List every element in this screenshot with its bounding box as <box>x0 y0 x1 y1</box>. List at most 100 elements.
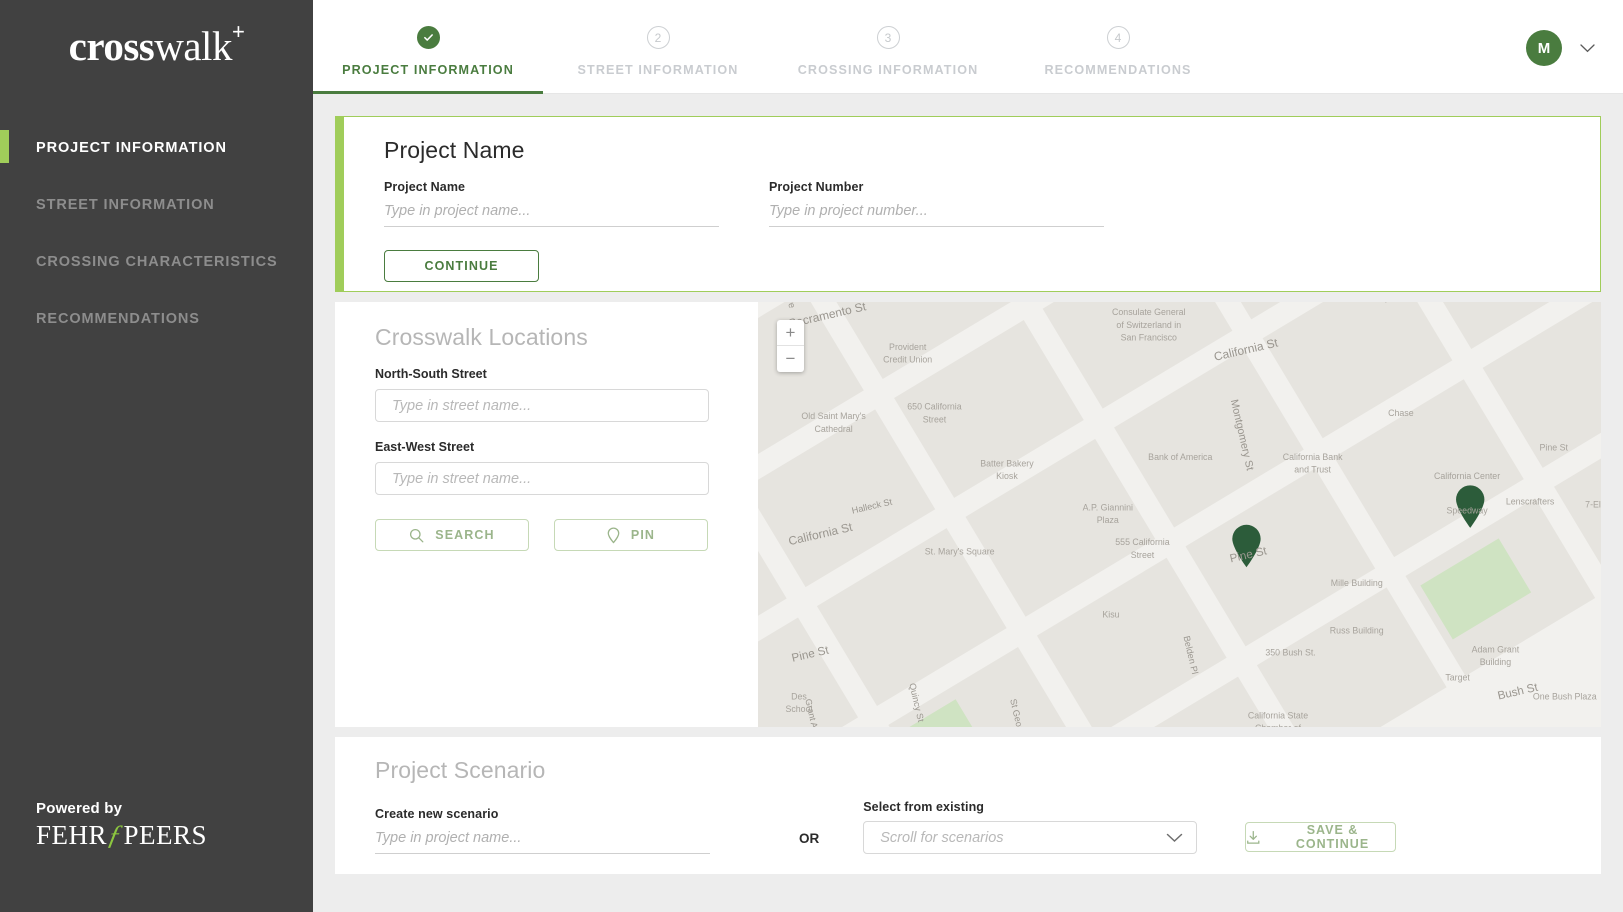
save-download-icon <box>1247 830 1260 844</box>
svg-text:225 Bush Street: 225 Bush Street <box>1313 726 1377 727</box>
step-number-badge: 3 <box>876 26 900 49</box>
svg-text:of Switzerland in: of Switzerland in <box>1116 320 1181 330</box>
logo-plus-icon: + <box>231 19 245 45</box>
sidebar-nav: PROJECT INFORMATION STREET INFORMATION C… <box>0 119 313 347</box>
project-name-card-title: Project Name <box>384 137 525 163</box>
svg-text:Cathedral: Cathedral <box>815 424 853 434</box>
tab-label: STREET INFORMATION <box>577 63 739 77</box>
east-west-street-label: East-West Street <box>375 440 475 454</box>
sidebar-item-project-information[interactable]: PROJECT INFORMATION <box>0 119 313 176</box>
project-scenario-card-title: Project Scenario <box>375 757 546 783</box>
svg-text:California Bank: California Bank <box>1283 452 1343 462</box>
svg-text:St. Mary's Square: St. Mary's Square <box>925 547 995 557</box>
svg-text:Russ Building: Russ Building <box>1330 625 1384 635</box>
svg-text:555 California: 555 California <box>1115 537 1169 547</box>
project-number-field-group: Project Number <box>769 180 1104 227</box>
svg-text:School: School <box>785 704 812 714</box>
project-name-fields: Project Name Project Number <box>384 180 1600 227</box>
step-list: PROJECT INFORMATION 2 STREET INFORMATION… <box>313 0 1233 94</box>
continue-button[interactable]: CONTINUE <box>384 250 539 282</box>
save-and-continue-label: SAVE & CONTINUE <box>1295 823 1370 851</box>
fehr-peers-logo: FEHRƒPEERS <box>36 820 207 852</box>
map-canvas[interactable]: Commercial St Sacramento St Sacramento S… <box>758 302 1601 727</box>
or-separator-label: OR <box>799 831 820 846</box>
main-area: PROJECT INFORMATION 2 STREET INFORMATION… <box>313 0 1623 912</box>
svg-text:Kisu: Kisu <box>1102 610 1119 620</box>
tab-label: RECOMMENDATIONS <box>1044 63 1192 77</box>
location-map[interactable]: Commercial St Sacramento St Sacramento S… <box>758 302 1601 727</box>
svg-text:350 Bush St.: 350 Bush St. <box>1265 648 1315 658</box>
avatar[interactable]: M <box>1526 30 1562 66</box>
step-status-check-icon <box>416 26 440 49</box>
zoom-in-button[interactable]: + <box>777 320 804 346</box>
svg-text:One Bush Plaza: One Bush Plaza <box>1533 692 1597 702</box>
logo-text-light: walk <box>154 23 232 69</box>
project-name-label: Project Name <box>384 180 466 194</box>
chevron-down-icon[interactable] <box>1580 43 1595 53</box>
crosswalk-locations-row: Crosswalk Locations North-South Street E… <box>335 302 1601 727</box>
project-name-card: Project Name Project Name Project Number… <box>335 116 1601 292</box>
svg-text:Building: Building <box>1480 657 1511 667</box>
svg-text:Credit Union: Credit Union <box>883 354 932 364</box>
sidebar-item-recommendations[interactable]: RECOMMENDATIONS <box>0 290 313 347</box>
sidebar-item-label: STREET INFORMATION <box>36 196 215 213</box>
sidebar: crosswalk+ PROJECT INFORMATION STREET IN… <box>0 0 313 912</box>
svg-text:Consulate General: Consulate General <box>1112 307 1186 317</box>
tab-crossing-information[interactable]: 3 CROSSING INFORMATION <box>773 0 1003 94</box>
svg-text:and Trust: and Trust <box>1294 465 1331 475</box>
app-root: crosswalk+ PROJECT INFORMATION STREET IN… <box>0 0 1623 912</box>
scenario-select-wrap: Scroll for scenarios <box>863 821 1198 854</box>
sidebar-item-street-information[interactable]: STREET INFORMATION <box>0 176 313 233</box>
app-logo: crosswalk+ <box>0 0 313 67</box>
search-button-label: SEARCH <box>435 528 495 542</box>
pin-button[interactable]: PIN <box>554 519 708 551</box>
north-south-street-input[interactable] <box>375 389 709 422</box>
svg-text:Provident: Provident <box>889 342 927 352</box>
svg-text:Target: Target <box>1445 673 1470 683</box>
top-stepper-bar: PROJECT INFORMATION 2 STREET INFORMATION… <box>313 0 1623 94</box>
create-scenario-group: Create new scenario <box>375 807 755 854</box>
east-west-street-input[interactable] <box>375 462 709 495</box>
select-from-existing-label: Select from existing <box>863 800 985 814</box>
svg-text:Chase: Chase <box>1388 408 1414 418</box>
search-button[interactable]: SEARCH <box>375 519 529 551</box>
search-icon <box>410 528 424 542</box>
project-name-field-group: Project Name <box>384 180 719 227</box>
account-menu[interactable]: M <box>1526 30 1595 66</box>
map-zoom-controls[interactable]: + − <box>777 320 804 372</box>
crosswalk-locations-panel: Crosswalk Locations North-South Street E… <box>335 302 758 727</box>
project-name-input[interactable] <box>384 201 719 227</box>
tab-project-information[interactable]: PROJECT INFORMATION <box>313 0 543 94</box>
project-scenario-card: Project Scenario Create new scenario OR … <box>335 737 1601 874</box>
north-south-street-label: North-South Street <box>375 367 487 381</box>
create-new-scenario-input[interactable] <box>375 828 710 854</box>
svg-text:Kiosk: Kiosk <box>996 471 1018 481</box>
tab-recommendations[interactable]: 4 RECOMMENDATIONS <box>1003 0 1233 94</box>
sidebar-item-crossing-characteristics[interactable]: CROSSING CHARACTERISTICS <box>0 233 313 290</box>
svg-text:A.P. Giannini: A.P. Giannini <box>1083 503 1133 513</box>
select-scenario-group: Select from existing Scroll for scenario… <box>863 800 1198 854</box>
scenario-select[interactable]: Scroll for scenarios <box>863 821 1198 854</box>
svg-text:Batter Bakery: Batter Bakery <box>980 458 1034 468</box>
svg-text:Speedway: Speedway <box>1446 506 1488 516</box>
svg-text:Street: Street <box>923 414 947 424</box>
svg-text:Mille Building: Mille Building <box>1331 578 1383 588</box>
tab-label: PROJECT INFORMATION <box>342 63 514 77</box>
svg-text:Plaza: Plaza <box>1097 515 1119 525</box>
svg-text:Old Saint Mary's: Old Saint Mary's <box>801 411 866 421</box>
svg-text:California State: California State <box>1248 711 1308 721</box>
svg-text:Street: Street <box>1131 550 1155 560</box>
step-number-badge: 2 <box>646 26 670 49</box>
tab-label: CROSSING INFORMATION <box>797 63 979 77</box>
zoom-out-button[interactable]: − <box>777 346 804 372</box>
tab-street-information[interactable]: 2 STREET INFORMATION <box>543 0 773 94</box>
svg-text:Bank of America: Bank of America <box>1148 452 1212 462</box>
svg-text:Pine St: Pine St <box>1540 443 1569 453</box>
save-and-continue-button[interactable]: SAVE & CONTINUE <box>1245 822 1397 852</box>
step-number-badge: 4 <box>1106 26 1130 49</box>
fehr-peers-peers: PEERS <box>123 820 208 850</box>
sidebar-item-label: RECOMMENDATIONS <box>36 310 200 327</box>
pin-button-label: PIN <box>630 528 656 542</box>
project-number-input[interactable] <box>769 201 1104 227</box>
crosswalk-action-buttons: SEARCH PIN <box>375 519 758 551</box>
